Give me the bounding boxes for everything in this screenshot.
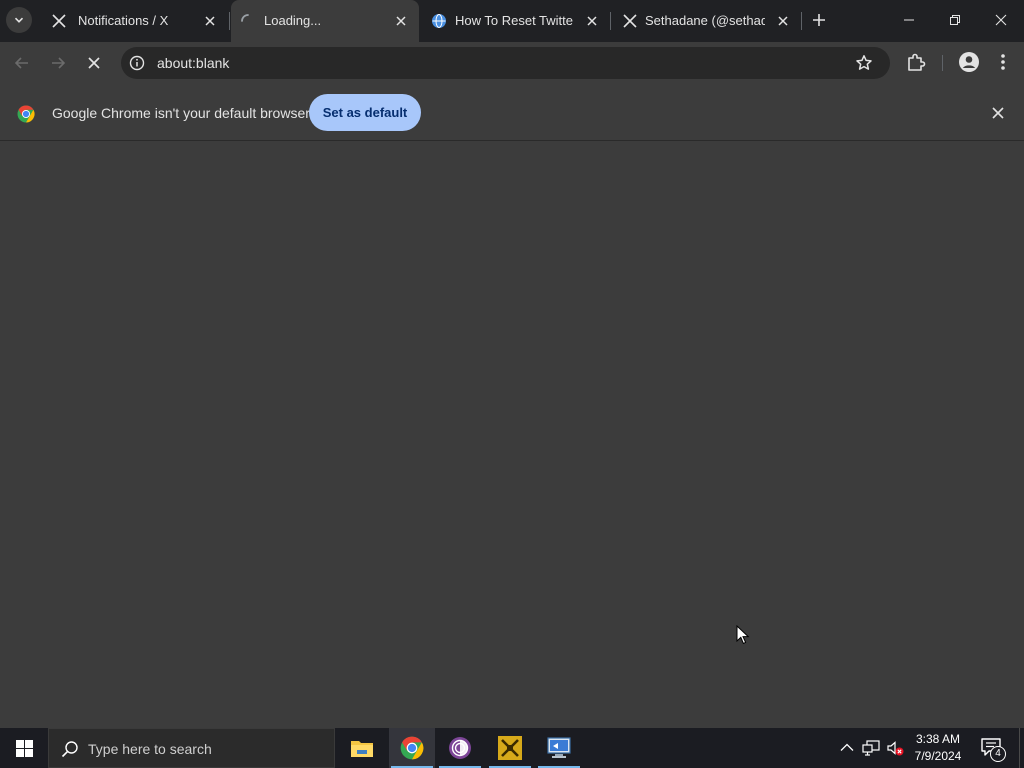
forward-button[interactable] — [44, 49, 72, 77]
clock-date: 7/9/2024 — [914, 749, 962, 763]
new-tab-button[interactable] — [808, 9, 830, 31]
tab-separator — [610, 12, 611, 30]
close-icon[interactable] — [989, 104, 1007, 122]
globe-icon — [431, 13, 447, 29]
default-browser-infobar: Google Chrome isn't your default browser… — [0, 84, 1024, 141]
page-content[interactable] — [0, 141, 1024, 728]
volume-muted-icon[interactable] — [886, 739, 904, 757]
profile-icon[interactable] — [958, 51, 980, 73]
back-button[interactable] — [8, 49, 36, 77]
remote-desktop-icon — [547, 737, 571, 758]
chevron-down-icon — [14, 17, 24, 23]
network-icon[interactable] — [862, 739, 880, 757]
start-button[interactable] — [0, 728, 48, 768]
tab-separator — [801, 12, 802, 30]
plus-icon — [813, 14, 825, 26]
close-icon[interactable] — [584, 13, 600, 29]
taskbar-tor-browser[interactable] — [437, 728, 483, 768]
set-as-default-button[interactable]: Set as default — [309, 94, 421, 131]
close-icon[interactable] — [202, 13, 218, 29]
loading-spinner-icon — [240, 13, 256, 29]
more-menu-icon[interactable] — [993, 51, 1013, 73]
notification-count-badge: 4 — [990, 746, 1006, 762]
tab-separator — [229, 12, 230, 30]
close-icon[interactable] — [393, 13, 409, 29]
chevron-up-icon[interactable] — [838, 739, 856, 757]
search-placeholder: Type here to search — [88, 741, 212, 757]
windows-logo-icon — [15, 739, 33, 757]
minimize-icon — [904, 19, 914, 21]
tab-loading[interactable]: Loading... — [231, 0, 419, 42]
show-desktop-button[interactable] — [1019, 728, 1020, 768]
info-icon[interactable] — [129, 55, 145, 71]
toolbar-divider — [942, 55, 943, 71]
close-icon — [88, 57, 100, 69]
stop-button[interactable] — [80, 49, 108, 77]
arrow-right-icon — [52, 57, 66, 69]
taskbar-search-box[interactable]: Type here to search — [48, 728, 335, 768]
tab-strip: Notifications / X Loading... How To Rese… — [0, 0, 1024, 42]
minimize-button[interactable] — [886, 0, 932, 40]
tor-browser-icon — [449, 737, 471, 759]
infobar-message: Google Chrome isn't your default browser — [52, 105, 310, 121]
tab-reset-twitter[interactable]: How To Reset Twitter A — [421, 0, 609, 42]
arrow-left-icon — [14, 57, 28, 69]
restore-button[interactable] — [932, 0, 978, 40]
search-icon — [61, 741, 78, 758]
close-icon[interactable] — [775, 13, 791, 29]
x-logo-icon — [51, 13, 67, 29]
star-icon[interactable] — [855, 54, 873, 72]
system-clock[interactable]: 3:38 AM 7/9/2024 — [908, 731, 968, 765]
chrome-icon — [400, 736, 424, 760]
tab-title: Notifications / X — [78, 13, 169, 28]
tab-title: Sethadane (@sethadar — [645, 13, 765, 28]
toolbar: about:blank — [0, 42, 1024, 84]
address-text[interactable]: about:blank — [157, 55, 229, 71]
taskbar-chrome[interactable] — [389, 728, 435, 768]
x-logo-icon — [622, 13, 638, 29]
screen: Notifications / X Loading... How To Rese… — [0, 0, 1024, 768]
tab-notifications[interactable]: Notifications / X — [38, 0, 228, 42]
extensions-icon[interactable] — [905, 51, 927, 73]
tab-title: How To Reset Twitter A — [455, 13, 573, 28]
app-icon — [498, 736, 522, 760]
file-explorer-icon — [351, 741, 373, 757]
windows-taskbar: Type here to search 3:38 AM 7/9/2024 4 — [0, 728, 1024, 768]
taskbar-app[interactable] — [487, 728, 533, 768]
close-window-button[interactable] — [978, 0, 1024, 40]
close-icon — [995, 14, 1007, 26]
tab-sethadane[interactable]: Sethadane (@sethadar — [612, 0, 800, 42]
restore-icon — [950, 15, 960, 25]
mouse-cursor-icon — [736, 625, 750, 645]
address-bar[interactable]: about:blank — [121, 47, 890, 79]
chrome-logo-icon — [17, 105, 35, 123]
taskbar-file-explorer[interactable] — [339, 728, 385, 768]
tab-search-button[interactable] — [6, 7, 32, 33]
taskbar-remote-desktop[interactable] — [536, 728, 582, 768]
tab-title: Loading... — [264, 13, 322, 28]
clock-time: 3:38 AM — [915, 732, 961, 746]
